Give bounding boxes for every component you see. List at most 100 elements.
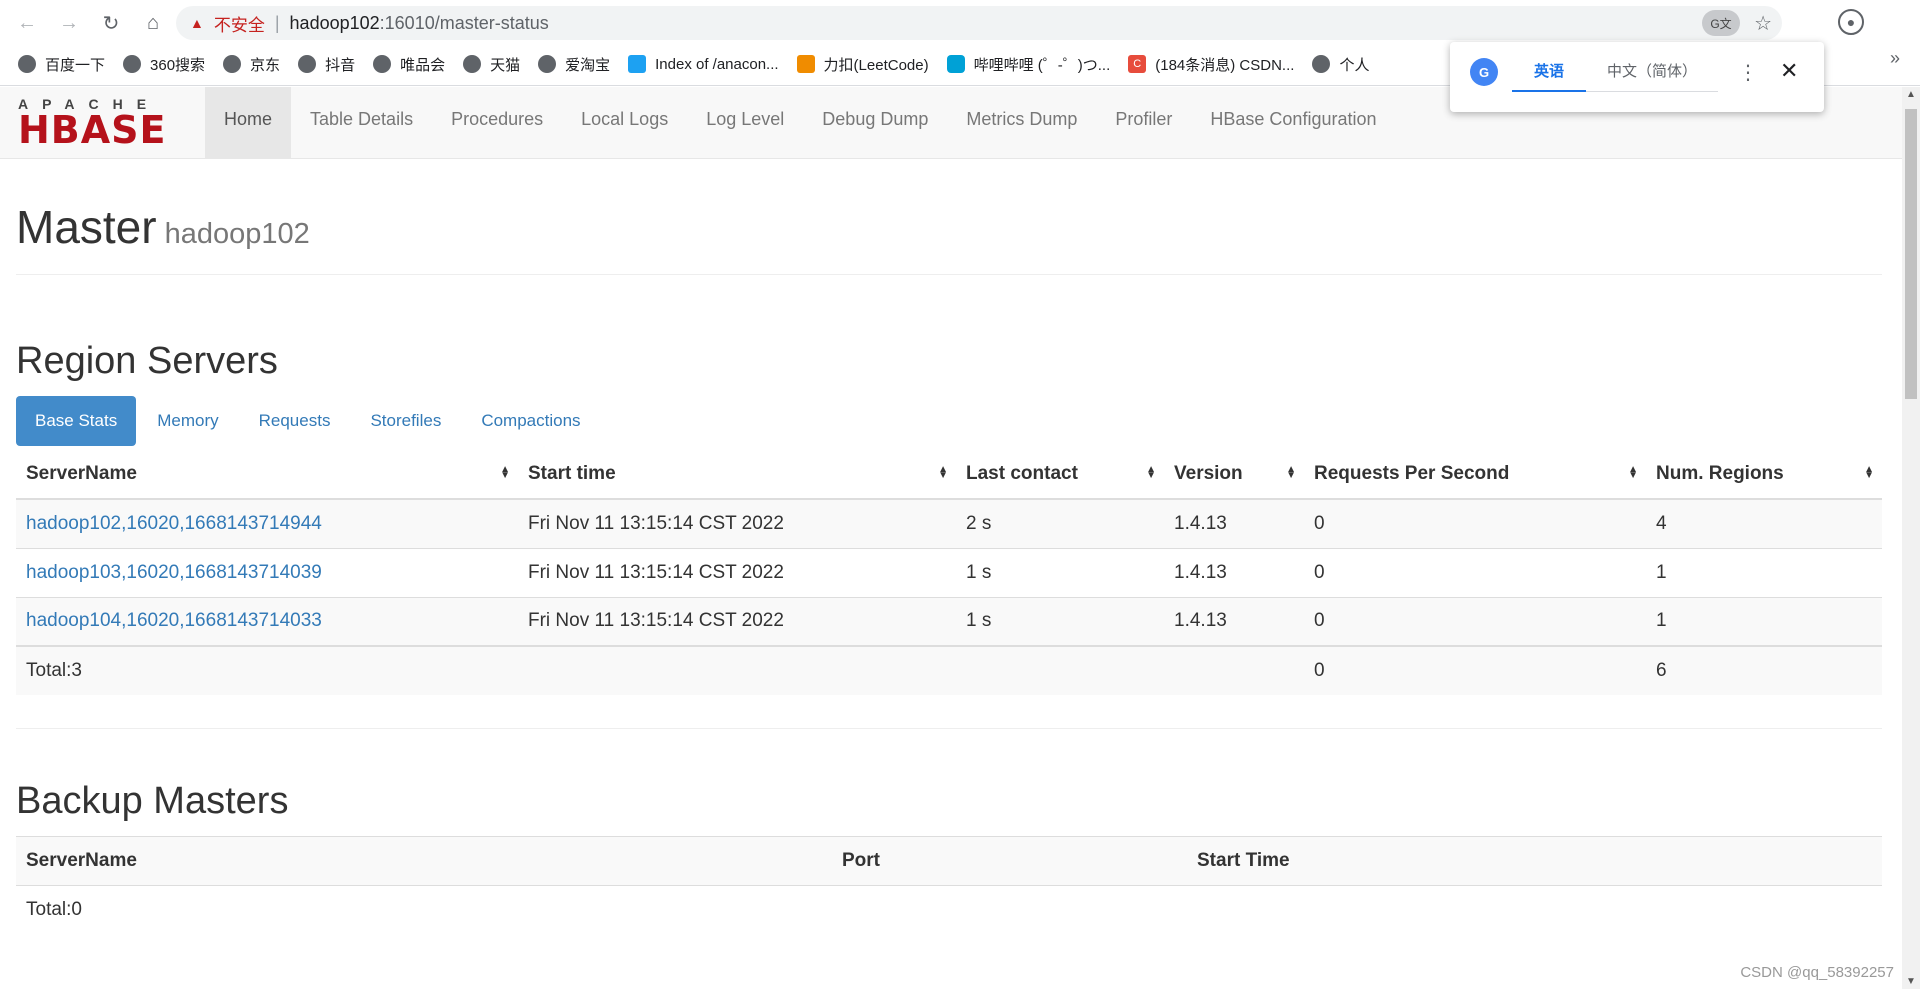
- column-header-start-time: Start Time: [1187, 836, 1882, 886]
- address-bar[interactable]: ▲ 不安全 | hadoop102 :16010/master-status G…: [176, 6, 1782, 40]
- nav-metrics-dump[interactable]: Metrics Dump: [947, 87, 1096, 159]
- column-label: Last contact: [966, 463, 1078, 484]
- regions-cell: 1: [1646, 596, 1882, 646]
- backup-masters-table: ServerName Port Start Time Total:0: [16, 836, 1882, 935]
- tab-requests[interactable]: Requests: [240, 396, 350, 446]
- regions-cell: 1: [1646, 547, 1882, 597]
- column-header-requests-per-second[interactable]: Requests Per Second ▲ ▼: [1304, 450, 1646, 500]
- globe-icon: [463, 55, 482, 73]
- table-row: hadoop104,16020,1668143714033 Fri Nov 11…: [16, 596, 1882, 646]
- more-bookmarks-button[interactable]: »: [1890, 48, 1900, 69]
- region-servers-tabs: Base Stats Memory Requests Storefiles Co…: [16, 396, 602, 448]
- start-time-cell: Fri Nov 11 13:15:14 CST 2022: [518, 498, 956, 548]
- server-link[interactable]: hadoop103,16020,1668143714039: [26, 562, 322, 583]
- sort-icon: ▲ ▼: [938, 464, 948, 481]
- total-rps: 0: [1304, 645, 1646, 695]
- start-time-cell: Fri Nov 11 13:15:14 CST 2022: [518, 596, 956, 646]
- bookmark-item[interactable]: C (184条消息) CSDN...: [1128, 54, 1294, 75]
- backup-masters-title: Backup Masters: [16, 780, 289, 822]
- nav-hbase-configuration[interactable]: HBase Configuration: [1191, 87, 1395, 159]
- reload-icon[interactable]: ↻: [96, 8, 126, 38]
- sort-icon: ▲ ▼: [1628, 464, 1638, 481]
- total-regions: 6: [1646, 645, 1882, 695]
- nav-home[interactable]: Home: [205, 87, 292, 159]
- bookmark-item[interactable]: 百度一下: [18, 54, 105, 75]
- scroll-down-icon[interactable]: ▼: [1906, 976, 1916, 987]
- bookmark-item[interactable]: 天猫: [463, 54, 520, 75]
- bookmark-item[interactable]: 抖音: [298, 54, 355, 75]
- more-options-icon[interactable]: ⋮: [1738, 60, 1758, 85]
- tab-memory[interactable]: Memory: [138, 396, 237, 446]
- column-label: Version: [1174, 463, 1243, 484]
- globe-icon: [123, 55, 142, 73]
- column-label: ServerName: [26, 463, 137, 484]
- nav-profiler[interactable]: Profiler: [1096, 87, 1191, 159]
- bookmark-item[interactable]: 爱淘宝: [538, 54, 610, 75]
- bookmark-item[interactable]: 360搜索: [123, 54, 205, 75]
- page-scrollbar[interactable]: ▲ ▼: [1902, 87, 1920, 989]
- bookmark-item[interactable]: 力扣(LeetCode): [796, 54, 929, 75]
- tab-source-language[interactable]: 英语: [1512, 60, 1586, 92]
- bookmark-item[interactable]: Index of /anacon...: [628, 55, 779, 73]
- start-time-cell: Fri Nov 11 13:15:14 CST 2022: [518, 547, 956, 597]
- version-cell: 1.4.13: [1164, 547, 1304, 597]
- scroll-up-icon[interactable]: ▲: [1906, 89, 1916, 100]
- page-title-text: Master: [16, 201, 157, 253]
- close-icon[interactable]: ✕: [1780, 58, 1798, 84]
- server-link[interactable]: hadoop102,16020,1668143714944: [26, 513, 322, 534]
- rps-cell: 0: [1304, 498, 1646, 548]
- page-header: Master hadoop102: [16, 200, 1882, 275]
- rps-cell: 0: [1304, 596, 1646, 646]
- nav-local-logs[interactable]: Local Logs: [562, 87, 687, 159]
- sort-icon: ▲ ▼: [1286, 464, 1296, 481]
- bookmark-label: (184条消息) CSDN...: [1155, 56, 1295, 74]
- hbase-logo[interactable]: APACHE HBASE: [18, 97, 188, 152]
- column-header-servername[interactable]: ServerName ▲ ▼: [16, 450, 518, 500]
- bookmark-item[interactable]: 个人: [1312, 54, 1369, 75]
- nav-procedures[interactable]: Procedures: [432, 87, 562, 159]
- column-header-start-time[interactable]: Start time ▲ ▼: [518, 450, 956, 500]
- column-header-version[interactable]: Version ▲ ▼: [1164, 450, 1304, 500]
- scroll-thumb[interactable]: [1905, 109, 1917, 399]
- total-row: Total:3 0 6: [16, 645, 1882, 695]
- tab-storefiles[interactable]: Storefiles: [351, 396, 460, 446]
- bookmark-item[interactable]: 京东: [223, 54, 280, 75]
- tab-target-language[interactable]: 中文（简体）: [1586, 60, 1718, 92]
- profile-icon[interactable]: ●: [1838, 9, 1864, 35]
- tab-compactions[interactable]: Compactions: [462, 396, 599, 446]
- nav-debug-dump[interactable]: Debug Dump: [803, 87, 947, 159]
- bookmark-item[interactable]: 唯品会: [373, 54, 445, 75]
- last-contact-cell: 2 s: [956, 498, 1164, 548]
- bookmark-label: Index of /anacon...: [655, 55, 779, 73]
- nav-table-details[interactable]: Table Details: [291, 87, 432, 159]
- total-label: Total:0: [26, 899, 82, 921]
- home-icon[interactable]: ⌂: [138, 8, 168, 38]
- globe-icon: [1312, 55, 1331, 73]
- page-title: Master hadoop102: [16, 200, 1882, 254]
- security-warning[interactable]: 不安全: [214, 11, 265, 36]
- total-label: Total:3: [16, 645, 518, 695]
- bookmark-label: 力扣(LeetCode): [823, 56, 929, 74]
- server-link[interactable]: hadoop104,16020,1668143714033: [26, 610, 322, 631]
- bookmark-star-icon[interactable]: ☆: [1754, 11, 1772, 36]
- globe-icon: [223, 55, 242, 73]
- section-divider: [16, 728, 1882, 729]
- column-header-num-regions[interactable]: Num. Regions ▲ ▼: [1646, 450, 1882, 500]
- tab-base-stats[interactable]: Base Stats: [16, 396, 137, 446]
- bookmark-item[interactable]: 哔哩哔哩 (゜-゜)つ...: [946, 54, 1111, 75]
- column-header-last-contact[interactable]: Last contact ▲ ▼: [956, 450, 1164, 500]
- bookmark-label: 哔哩哔哩 (゜-゜)つ...: [973, 56, 1111, 74]
- table-row: hadoop102,16020,1668143714944 Fri Nov 11…: [16, 498, 1882, 548]
- last-contact-cell: 1 s: [956, 547, 1164, 597]
- column-header-servername: ServerName: [16, 836, 832, 886]
- nav-log-level[interactable]: Log Level: [687, 87, 803, 159]
- url-separator: |: [274, 12, 280, 33]
- translate-icon[interactable]: G文: [1702, 10, 1740, 36]
- logo-hbase-text: HBASE: [18, 108, 167, 152]
- csdn-icon: C: [1128, 55, 1147, 73]
- bird-icon: [628, 55, 647, 73]
- bookmark-label: 天猫: [490, 56, 521, 74]
- back-arrow-icon[interactable]: ←: [12, 8, 42, 38]
- globe-icon: [298, 55, 317, 73]
- forward-arrow-icon[interactable]: →: [54, 8, 84, 38]
